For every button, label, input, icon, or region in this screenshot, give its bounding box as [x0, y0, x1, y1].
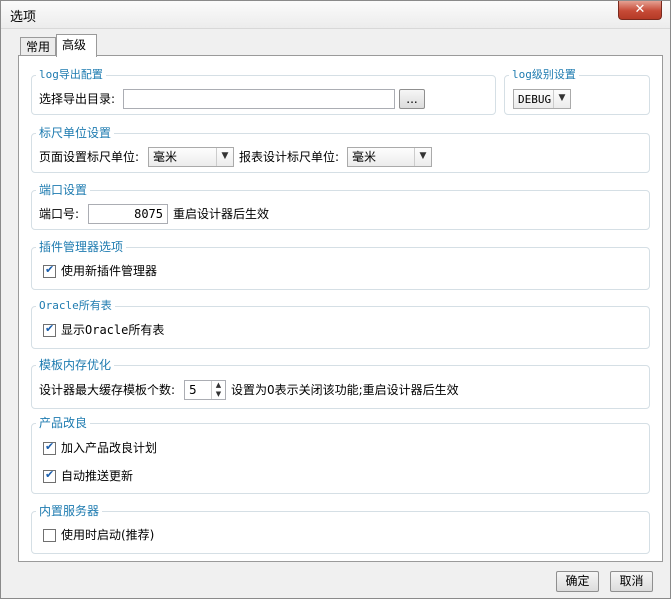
oracle-group: Oracle所有表 显示Oracle所有表 [31, 299, 650, 349]
browse-button[interactable]: ... [399, 89, 425, 109]
template-cache-group: 模板内存优化 设计器最大缓存模板个数: 5 ▲ ▼ 设置为0表示关闭该功能;重启… [31, 358, 650, 409]
report-ruler-value: 毫米 [352, 150, 377, 164]
title-bar: 选项 ✕ [1, 1, 670, 29]
plugin-checkbox[interactable] [43, 263, 56, 278]
group-title-oracle: Oracle所有表 [36, 299, 115, 313]
tab-advanced[interactable]: 高级 [56, 34, 97, 57]
group-title-plugin: 插件管理器选项 [36, 240, 127, 254]
page-ruler-select[interactable]: 毫米 ▼ [148, 147, 234, 167]
server-start-checkbox[interactable] [43, 529, 56, 542]
port-input[interactable]: 8075 [88, 204, 168, 224]
improve-group: 产品改良 加入产品改良计划 自动推送更新 [31, 416, 650, 494]
cancel-button[interactable]: 取消 [610, 571, 653, 592]
page-ruler-value: 毫米 [153, 150, 178, 164]
template-cache-stepper[interactable]: 5 ▲ ▼ [184, 380, 226, 400]
oracle-checkbox-label: 显示Oracle所有表 [61, 323, 165, 337]
ok-button[interactable]: 确定 [556, 571, 599, 592]
template-cache-label: 设计器最大缓存模板个数: [39, 383, 176, 397]
group-title-server: 内置服务器 [36, 504, 103, 518]
log-level-select[interactable]: DEBUG ▼ [513, 89, 571, 109]
chevron-down-icon: ▼ [216, 148, 233, 166]
group-title-ruler: 标尺单位设置 [36, 126, 115, 140]
export-dir-input[interactable] [123, 89, 395, 109]
group-title-improve: 产品改良 [36, 416, 91, 430]
port-note: 重启设计器后生效 [173, 207, 270, 221]
spin-up-icon[interactable]: ▲ [211, 381, 225, 390]
options-dialog: 选项 ✕ 常用 高级 log导出配置 选择导出目录: ... log级别设置 D… [0, 0, 671, 599]
report-ruler-label: 报表设计标尺单位: [239, 150, 340, 164]
chevron-down-icon: ▼ [553, 90, 570, 108]
auto-push-label: 自动推送更新 [61, 469, 134, 483]
advanced-panel: log导出配置 选择导出目录: ... log级别设置 DEBUG ▼ 标尺单位… [18, 55, 663, 562]
group-title-log-level: log级别设置 [509, 68, 579, 82]
log-export-group: log导出配置 选择导出目录: ... [31, 68, 496, 115]
group-title-log-export: log导出配置 [36, 68, 106, 82]
spin-down-icon[interactable]: ▼ [211, 390, 225, 399]
server-group: 内置服务器 使用时启动(推荐) [31, 504, 650, 554]
plugin-checkbox-label: 使用新插件管理器 [61, 264, 158, 278]
page-ruler-label: 页面设置标尺单位: [39, 150, 140, 164]
window-title: 选项 [10, 10, 37, 25]
port-group: 端口设置 端口号: 8075 重启设计器后生效 [31, 183, 650, 230]
chevron-down-icon: ▼ [414, 148, 431, 166]
template-cache-value: 5 [189, 383, 197, 397]
join-plan-checkbox[interactable] [43, 440, 56, 455]
template-cache-note: 设置为0表示关闭该功能;重启设计器后生效 [231, 383, 459, 397]
join-plan-label: 加入产品改良计划 [61, 441, 158, 455]
auto-push-checkbox[interactable] [43, 468, 56, 483]
plugin-group: 插件管理器选项 使用新插件管理器 [31, 240, 650, 290]
oracle-checkbox[interactable] [43, 322, 56, 337]
log-level-group: log级别设置 DEBUG ▼ [504, 68, 650, 115]
close-button[interactable]: ✕ [618, 1, 662, 20]
group-title-port: 端口设置 [36, 183, 91, 197]
export-dir-label: 选择导出目录: [39, 92, 116, 106]
report-ruler-select[interactable]: 毫米 ▼ [347, 147, 432, 167]
tab-general[interactable]: 常用 [20, 37, 56, 56]
log-level-value: DEBUG [518, 93, 552, 106]
ruler-group: 标尺单位设置 页面设置标尺单位: 毫米 ▼ 报表设计标尺单位: 毫米 ▼ [31, 126, 650, 173]
server-start-label: 使用时启动(推荐) [61, 528, 155, 542]
port-label: 端口号: [39, 207, 80, 221]
group-title-template-cache: 模板内存优化 [36, 358, 115, 372]
